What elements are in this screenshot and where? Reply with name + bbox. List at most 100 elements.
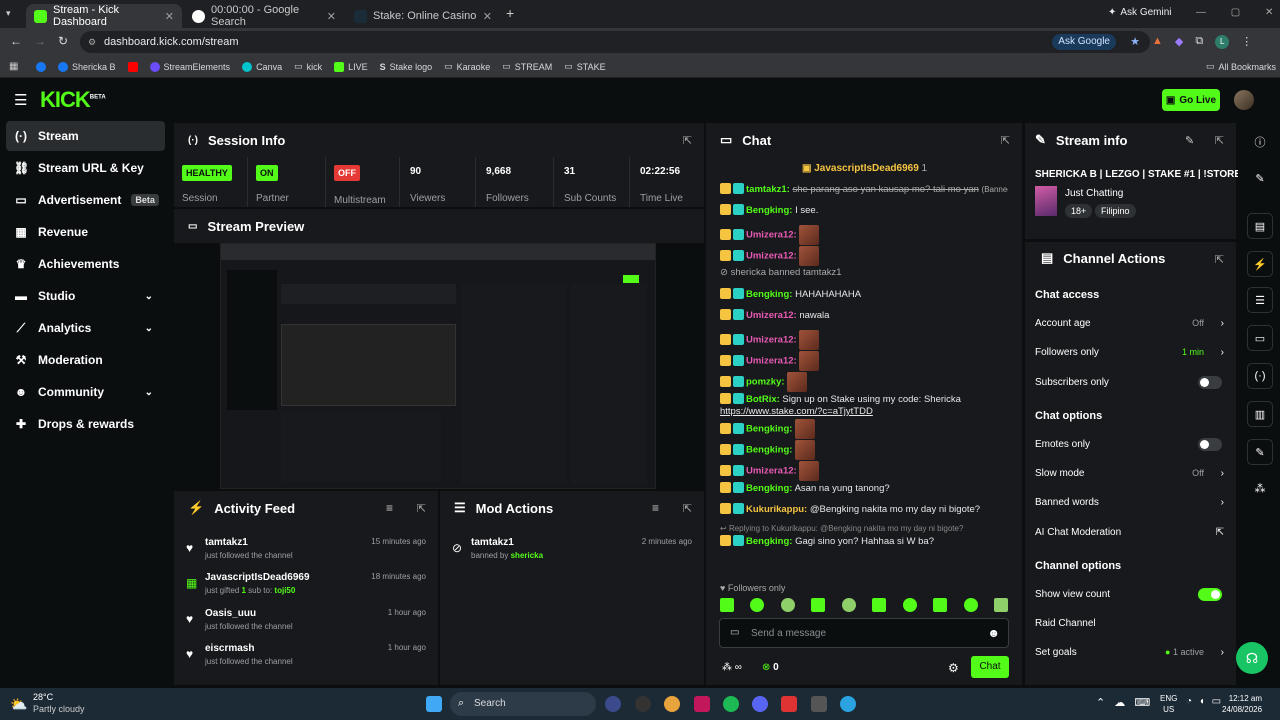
close-tab-icon[interactable]: ✕ (483, 10, 492, 23)
bookmark-stream[interactable]: ▭ STREAM (502, 61, 552, 72)
tab-stake[interactable]: Stake: Online Casino & Sports B ✕ (346, 4, 500, 28)
feed-username[interactable]: eiscrmash (205, 643, 254, 654)
emote-icon[interactable] (811, 598, 826, 612)
forward-icon[interactable]: → (34, 34, 46, 48)
extension-icon[interactable]: ▲ (1152, 35, 1163, 49)
coins-icon[interactable]: ⊗ 0 (762, 662, 779, 673)
banned-words-option[interactable]: Banned words › (1035, 492, 1226, 512)
chrome-icon[interactable] (664, 696, 680, 712)
emote-icon[interactable] (993, 598, 1008, 612)
raid-channel-option[interactable]: Raid Channel (1035, 613, 1226, 633)
bookmark-stake-logo[interactable]: S Stake logo (380, 62, 433, 72)
chat-username[interactable]: BotRix: (746, 394, 780, 405)
spotify-icon[interactable] (723, 696, 739, 712)
chat-message[interactable]: Umizera12: (720, 225, 1008, 245)
tab-kick-dashboard[interactable]: Stream - Kick Dashboard ✕ (26, 4, 182, 28)
chat-message[interactable]: Kukurikappu: @Bengking nakita mo my day … (720, 503, 1008, 515)
chat-message[interactable]: pomzky: (720, 372, 1008, 392)
chat-message[interactable]: BotRix: Sign up on Stake using my code: … (720, 393, 1008, 405)
discord-icon[interactable] (752, 696, 768, 712)
app-icon[interactable] (811, 696, 827, 712)
new-tab-button[interactable]: + (506, 5, 514, 21)
edit-icon[interactable]: ✎ (1247, 165, 1273, 191)
preview-panel-toggle-icon[interactable]: (·) (1247, 363, 1273, 389)
popout-icon[interactable]: ⇱ (1215, 253, 1224, 266)
chat-panel-toggle-icon[interactable]: ▭ (1247, 325, 1273, 351)
emote-icon[interactable] (780, 598, 795, 612)
emote-icon[interactable] (902, 598, 917, 612)
ask-google-button[interactable]: Ask Google (1052, 34, 1116, 50)
emote-bar[interactable] (720, 598, 1010, 614)
bookmark-star-icon[interactable]: ★ (1130, 31, 1140, 53)
taskbar-search[interactable]: ⌕ Search (450, 692, 596, 716)
activity-panel-toggle-icon[interactable]: ⚡ (1247, 251, 1273, 277)
chat-message[interactable]: Bengking: I see. (720, 204, 1008, 216)
sidebar-item-achievements[interactable]: ♛ Achievements (6, 249, 165, 279)
chat-messages[interactable]: tamtakz1: she parang aso yan kausap mo? … (706, 175, 1022, 579)
support-chat-button[interactable]: ☊ (1236, 642, 1268, 674)
chat-message[interactable]: Bengking: Gagi sino yon? Hahhaa si W ba? (720, 535, 1008, 547)
feed-username[interactable]: Oasis_uuu (205, 608, 256, 619)
chat-username[interactable]: Bengking: (746, 289, 792, 300)
chat-message[interactable]: ↩ Replying to Kukurikappu: @Bengking nak… (720, 524, 1008, 533)
chat-username[interactable]: Umizera12: (746, 466, 797, 477)
chat-system-message[interactable]: ⊘ shericka banned tamtakz1 (720, 267, 1008, 278)
popout-icon[interactable]: ⇱ (417, 502, 426, 515)
chat-username[interactable]: Bengking: (746, 536, 792, 547)
popout-icon[interactable]: ⇱ (1001, 134, 1010, 147)
tag-badge[interactable]: 18+ (1065, 204, 1093, 218)
chat-message[interactable]: Bengking: (720, 440, 1008, 460)
chat-username[interactable]: Umizera12: (746, 335, 797, 346)
url-input[interactable]: ⚙ dashboard.kick.com/stream Ask Google ★ (80, 31, 1150, 53)
chat-link[interactable]: https://www.stake.com/?c=aTjytTDD (720, 406, 873, 417)
chat-message[interactable]: Bengking: Asan na yung tanong? (720, 482, 1008, 494)
chat-message-input[interactable]: ▭ Send a message ☻ (719, 618, 1009, 648)
chat-send-button[interactable]: Chat (971, 656, 1009, 678)
extensions-icons[interactable]: ▲ ◆ ⧉ L ⋮ (1152, 35, 1272, 49)
category-name[interactable]: Just Chatting (1065, 188, 1123, 199)
chat-message[interactable]: Umizera12: nawala (720, 309, 1008, 321)
bookmark-live[interactable]: LIVE (334, 61, 368, 72)
chat-settings-gear-icon[interactable]: ⚙ (948, 661, 959, 675)
feed-username[interactable]: tamtakz1 (205, 537, 248, 548)
ask-gemini-button[interactable]: ✦ Ask Gemini (1108, 7, 1172, 18)
chat-username[interactable]: tamtakz1: (746, 184, 790, 195)
all-bookmarks[interactable]: ▭ All Bookmarks (1206, 61, 1276, 72)
filter-icon[interactable]: ≡ (386, 501, 393, 515)
session-panel-toggle-icon[interactable]: ▤ (1247, 213, 1273, 239)
menu-kebab-icon[interactable]: ⋮ (1241, 35, 1252, 49)
emote-icon[interactable] (750, 598, 765, 612)
points-icon[interactable]: ⁂ (1247, 475, 1273, 501)
bookmark-canva[interactable]: Canva (242, 61, 282, 72)
popout-icon[interactable]: ⇱ (683, 134, 692, 147)
chat-message[interactable]: tamtakz1: she parang aso yan kausap mo? … (720, 183, 1008, 195)
chat-username[interactable]: Kukurikappu: (746, 504, 807, 515)
ai-moderation-option[interactable]: AI Chat Moderation ⇱ (1035, 522, 1226, 542)
chat-username[interactable]: pomzky: (746, 377, 785, 388)
back-icon[interactable]: ← (10, 34, 22, 48)
system-tray[interactable]: ⌃ ☁ ⌨ (1096, 696, 1150, 709)
chat-message[interactable]: Bengking: (720, 419, 1008, 439)
sidebar-item-analytics[interactable]: ⟋ Analytics ⌄ (6, 313, 165, 343)
tab-google-search[interactable]: 00:00:00 - Google Search ✕ (184, 4, 344, 28)
emote-icon[interactable] (963, 598, 978, 612)
gift-recipient[interactable]: toji50 (274, 586, 295, 595)
close-tab-icon[interactable]: ✕ (165, 10, 174, 23)
emotes-only-option[interactable]: Emotes only (1035, 434, 1226, 454)
bookmark-facebook[interactable] (36, 61, 46, 72)
edit-icon[interactable]: ✎ (1185, 134, 1194, 147)
bookmark-streamelements[interactable]: StreamElements (149, 61, 230, 72)
clock[interactable]: 12:12 am 24/08/2026 (1222, 693, 1262, 715)
set-goals-option[interactable]: Set goals ● 1 active › (1035, 642, 1226, 662)
chat-message[interactable]: Umizera12: (720, 330, 1008, 350)
pinned-gift-banner[interactable]: ▣ JavascriptIsDead6969 1 (802, 163, 927, 174)
app-icon[interactable] (605, 696, 621, 712)
emoji-picker-icon[interactable]: ☻ (987, 626, 1000, 640)
chat-message[interactable]: https://www.stake.com/?c=aTjytTDD (720, 406, 1008, 417)
puzzle-icon[interactable]: ⧉ (1195, 35, 1203, 49)
chat-message[interactable]: Umizera12: (720, 246, 1008, 266)
emote-icon[interactable] (720, 598, 734, 612)
close-tab-icon[interactable]: ✕ (327, 10, 336, 23)
stream-info-toggle-icon[interactable]: ✎ (1247, 439, 1273, 465)
bookmark-stake[interactable]: ▭ STAKE (564, 61, 605, 72)
